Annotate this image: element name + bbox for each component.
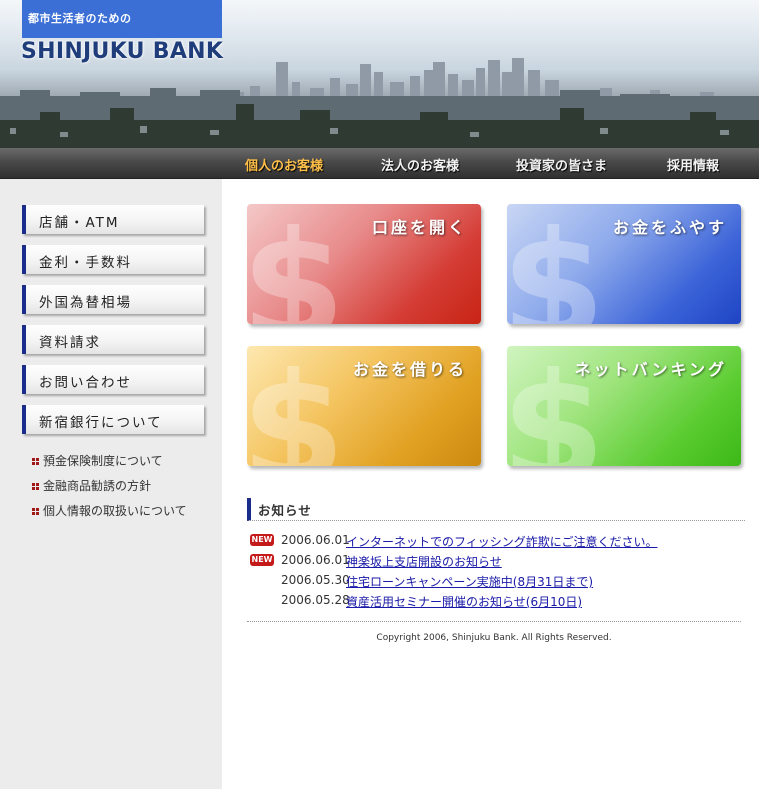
- sidebar-item-label: 新宿銀行について: [39, 415, 163, 431]
- tile-open-account[interactable]: $ 口座を開く: [247, 204, 481, 324]
- main-nav: 個人のお客様 法人のお客様 投資家の皆さま 採用情報: [0, 148, 759, 179]
- sidebar-link-privacy[interactable]: 個人情報の取扱いについて: [32, 502, 187, 519]
- tile-label: お金を借りる: [352, 360, 467, 379]
- news-date: 2006.05.28: [281, 593, 350, 607]
- header-banner: 都市生活者のための SHINJUKU BANK: [0, 0, 759, 148]
- sidebar-link-solicitation-policy[interactable]: 金融商品勧誘の方針: [32, 477, 151, 494]
- sidebar-item-label: お問い合わせ: [39, 375, 132, 391]
- tile-label: 口座を開く: [371, 218, 467, 237]
- news-heading-label: お知らせ: [258, 503, 312, 518]
- dollar-sign-icon: $: [507, 204, 606, 324]
- bank-logo[interactable]: SHINJUKU BANK: [21, 39, 223, 64]
- tile-net-banking[interactable]: $ ネットバンキング: [507, 346, 741, 466]
- news-link[interactable]: 神楽坂上支店開設のお知らせ: [346, 553, 502, 570]
- nav-corporate[interactable]: 法人のお客様: [381, 155, 459, 174]
- new-badge: NEW: [250, 534, 274, 546]
- sidebar-item-label: 資料請求: [39, 335, 101, 351]
- bullet-icon: [32, 458, 39, 465]
- dollar-sign-icon: $: [247, 204, 346, 324]
- tagline: 都市生活者のための: [28, 12, 132, 25]
- sidebar-item-label: 外国為替相場: [39, 295, 132, 311]
- copyright: Copyright 2006, Shinjuku Bank. All Right…: [376, 633, 612, 643]
- sidebar-link-label: 預金保険制度について: [43, 454, 163, 468]
- news-heading: お知らせ: [247, 498, 745, 521]
- news-link[interactable]: 住宅ローンキャンペーン実施中(8月31日まで): [346, 573, 593, 590]
- nav-investors[interactable]: 投資家の皆さま: [516, 155, 607, 174]
- sidebar-item-label: 金利・手数料: [39, 255, 132, 271]
- news-link[interactable]: インターネットでのフィッシング詐欺にご注意ください。: [346, 533, 658, 550]
- news-date: 2006.05.30: [281, 573, 350, 587]
- dollar-sign-icon: $: [247, 346, 346, 466]
- news-link[interactable]: 資産活用セミナー開催のお知らせ(6月10日): [346, 593, 582, 610]
- new-badge: NEW: [250, 554, 274, 566]
- bullet-icon: [32, 483, 39, 490]
- sidebar-item-branches-atm[interactable]: 店舗・ATM: [22, 205, 204, 234]
- sidebar-link-deposit-insurance[interactable]: 預金保険制度について: [32, 452, 163, 469]
- sidebar-link-label: 個人情報の取扱いについて: [43, 504, 187, 518]
- sidebar-item-label: 店舗・ATM: [39, 215, 120, 231]
- sidebar-item-rates-fees[interactable]: 金利・手数料: [22, 245, 204, 274]
- divider: [247, 621, 741, 622]
- tile-label: ネットバンキング: [574, 360, 727, 379]
- tile-borrow-money[interactable]: $ お金を借りる: [247, 346, 481, 466]
- sidebar-item-request-materials[interactable]: 資料請求: [22, 325, 204, 354]
- sidebar-item-contact[interactable]: お問い合わせ: [22, 365, 204, 394]
- tile-grow-money[interactable]: $ お金をふやす: [507, 204, 741, 324]
- nav-recruit[interactable]: 採用情報: [667, 155, 719, 174]
- news-date: 2006.06.01: [281, 553, 350, 567]
- sidebar-item-exchange-rates[interactable]: 外国為替相場: [22, 285, 204, 314]
- sidebar-item-about[interactable]: 新宿銀行について: [22, 405, 204, 434]
- news-date: 2006.06.01: [281, 533, 350, 547]
- nav-personal[interactable]: 個人のお客様: [245, 155, 323, 174]
- sidebar-link-label: 金融商品勧誘の方針: [43, 479, 152, 493]
- bullet-icon: [32, 508, 39, 515]
- tile-label: お金をふやす: [612, 218, 727, 237]
